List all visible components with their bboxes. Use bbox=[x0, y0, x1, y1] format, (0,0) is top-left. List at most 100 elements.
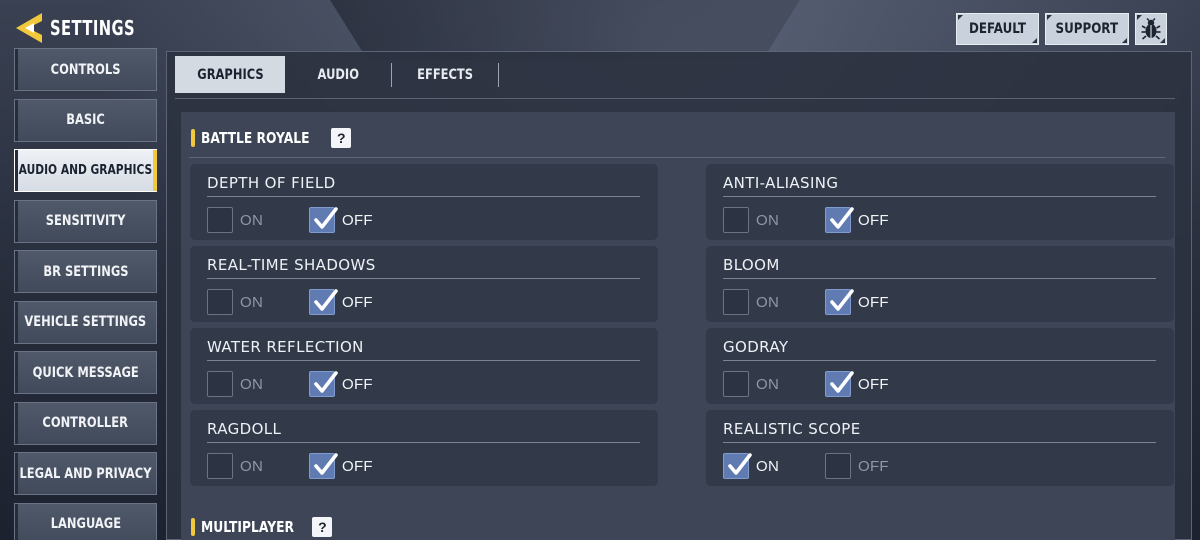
tab-label: EFFECTS bbox=[417, 66, 473, 83]
off-label: OFF bbox=[858, 457, 889, 475]
sidebar-item-legal-and-privacy[interactable]: LEGAL AND PRIVACY bbox=[14, 452, 157, 495]
off-label: OFF bbox=[342, 293, 373, 311]
checkbox-box bbox=[723, 207, 749, 233]
checkbox-box bbox=[309, 371, 338, 397]
off-label: OFF bbox=[858, 375, 889, 393]
on-label: ON bbox=[756, 457, 780, 475]
sidebar-item-audio-and-graphics[interactable]: AUDIO AND GRAPHICS bbox=[14, 149, 157, 192]
option-card: RAGDOLL ON OFF bbox=[190, 410, 658, 486]
bug-icon bbox=[1141, 18, 1161, 40]
sidebar-item-label: SENSITIVITY bbox=[45, 213, 126, 229]
page-title: SETTINGS bbox=[50, 16, 136, 40]
option-card: REALISTIC SCOPE ON OFF bbox=[706, 410, 1174, 486]
section-accent-bar bbox=[191, 129, 195, 147]
option-label: REALISTIC SCOPE bbox=[723, 420, 861, 438]
sidebar-item-sensitivity[interactable]: SENSITIVITY bbox=[14, 199, 157, 243]
off-checkbox[interactable]: OFF bbox=[825, 453, 889, 479]
on-label: ON bbox=[756, 211, 780, 229]
tab-label: GRAPHICS bbox=[196, 66, 264, 83]
option-label: RAGDOLL bbox=[207, 420, 282, 438]
sidebar-item-label: VEHICLE SETTINGS bbox=[24, 314, 147, 330]
off-checkbox[interactable]: OFF bbox=[309, 207, 373, 233]
sidebar-item-language[interactable]: LANGUAGE bbox=[14, 502, 157, 540]
off-label: OFF bbox=[342, 375, 373, 393]
section-header: BATTLE ROYALE ? bbox=[191, 126, 352, 150]
option-divider bbox=[207, 360, 640, 361]
option-label: REAL-TIME SHADOWS bbox=[207, 256, 376, 274]
section-multiplayer: MULTIPLAYER ? bbox=[181, 502, 1175, 540]
tab-audio[interactable]: AUDIO bbox=[285, 56, 391, 93]
on-checkbox[interactable]: ON bbox=[207, 371, 263, 397]
sidebar-item-controls[interactable]: CONTROLS bbox=[14, 48, 157, 91]
sidebar: CONTROLS BASIC AUDIO AND GRAPHICS SENSIT… bbox=[14, 48, 157, 540]
option-divider bbox=[207, 278, 640, 279]
sidebar-item-label: BR SETTINGS bbox=[42, 263, 129, 280]
sidebar-item-quick-message[interactable]: QUICK MESSAGE bbox=[14, 351, 157, 394]
tab-bar: GRAPHICS AUDIO EFFECTS bbox=[175, 56, 499, 93]
checkmark-icon bbox=[314, 371, 338, 393]
option-divider bbox=[723, 278, 1156, 279]
checkbox-box bbox=[825, 289, 854, 315]
default-button-label: DEFAULT bbox=[968, 21, 1027, 37]
on-checkbox[interactable]: ON bbox=[207, 289, 263, 315]
off-label: OFF bbox=[342, 211, 373, 229]
off-label: OFF bbox=[858, 293, 889, 311]
checkbox-box bbox=[825, 207, 854, 233]
report-bug-button[interactable] bbox=[1135, 13, 1167, 45]
on-checkbox[interactable]: ON bbox=[207, 453, 263, 479]
checkmark-icon bbox=[830, 207, 854, 229]
on-label: ON bbox=[756, 293, 780, 311]
checkmark-icon bbox=[830, 371, 854, 393]
option-card: WATER REFLECTION ON OFF bbox=[190, 328, 658, 404]
option-divider bbox=[207, 196, 640, 197]
off-checkbox[interactable]: OFF bbox=[309, 453, 373, 479]
off-checkbox[interactable]: OFF bbox=[825, 289, 889, 315]
on-checkbox[interactable]: ON bbox=[207, 207, 263, 233]
off-checkbox[interactable]: OFF bbox=[825, 371, 889, 397]
option-divider bbox=[207, 442, 640, 443]
help-icon[interactable]: ? bbox=[331, 128, 352, 148]
sidebar-item-controller[interactable]: CONTROLLER bbox=[14, 401, 157, 445]
off-label: OFF bbox=[858, 211, 889, 229]
tab-graphics[interactable]: GRAPHICS bbox=[175, 56, 285, 93]
header: SETTINGS bbox=[14, 10, 154, 46]
checkbox-box bbox=[309, 453, 338, 479]
option-divider bbox=[723, 196, 1156, 197]
checkbox-box bbox=[723, 289, 749, 315]
support-button[interactable]: SUPPORT bbox=[1045, 13, 1129, 45]
off-checkbox[interactable]: OFF bbox=[309, 371, 373, 397]
off-checkbox[interactable]: OFF bbox=[309, 289, 373, 315]
help-icon[interactable]: ? bbox=[312, 517, 333, 537]
on-label: ON bbox=[240, 375, 264, 393]
checkmark-icon bbox=[314, 207, 338, 229]
checkbox-box bbox=[309, 289, 338, 315]
option-card: ANTI-ALIASING ON OFF bbox=[706, 164, 1174, 240]
tabs-divider bbox=[175, 98, 1175, 99]
back-arrow-icon bbox=[16, 13, 42, 43]
on-label: ON bbox=[756, 375, 780, 393]
checkbox-box bbox=[309, 207, 338, 233]
sidebar-item-label: QUICK MESSAGE bbox=[32, 364, 139, 381]
option-label: GODRAY bbox=[723, 338, 789, 356]
section-divider bbox=[189, 157, 1165, 158]
sidebar-item-label: CONTROLLER bbox=[42, 415, 129, 431]
on-checkbox[interactable]: ON bbox=[723, 289, 779, 315]
sidebar-item-basic[interactable]: BASIC bbox=[14, 98, 157, 142]
option-divider bbox=[723, 442, 1156, 443]
section-title: MULTIPLAYER bbox=[201, 518, 294, 536]
sidebar-item-br-settings[interactable]: BR SETTINGS bbox=[14, 250, 157, 293]
tab-effects[interactable]: EFFECTS bbox=[392, 56, 498, 93]
on-checkbox[interactable]: ON bbox=[723, 371, 779, 397]
default-button[interactable]: DEFAULT bbox=[956, 13, 1039, 45]
back-button[interactable] bbox=[14, 11, 44, 45]
sidebar-item-vehicle-settings[interactable]: VEHICLE SETTINGS bbox=[14, 300, 157, 344]
sidebar-item-label: AUDIO AND GRAPHICS bbox=[18, 163, 153, 178]
tab-label: AUDIO bbox=[317, 66, 359, 83]
off-checkbox[interactable]: OFF bbox=[825, 207, 889, 233]
checkbox-box bbox=[723, 371, 749, 397]
on-label: ON bbox=[240, 211, 264, 229]
on-checkbox[interactable]: ON bbox=[723, 207, 779, 233]
on-label: ON bbox=[240, 293, 264, 311]
checkmark-icon bbox=[314, 453, 338, 475]
on-checkbox[interactable]: ON bbox=[723, 453, 779, 479]
